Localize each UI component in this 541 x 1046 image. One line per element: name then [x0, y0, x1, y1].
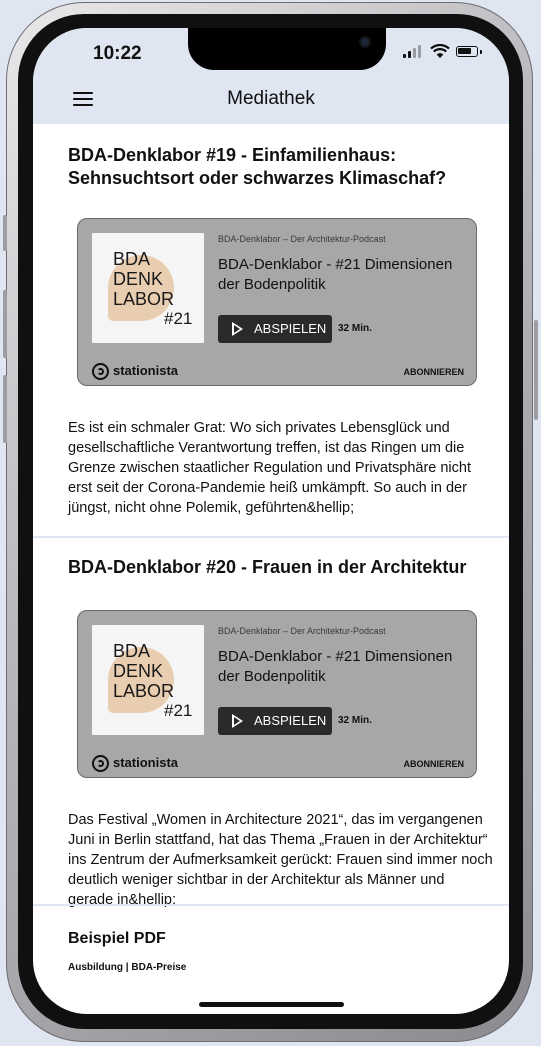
cover-line: BDA [113, 249, 151, 269]
play-button[interactable]: ABSPIELEN [218, 707, 332, 735]
cover-line: LABOR [113, 289, 175, 309]
brand-name: stationista [113, 363, 179, 378]
status-time: 10:22 [93, 43, 142, 64]
episode-title[interactable]: BDA-Denklabor - #21 Dimensionen der Bode… [218, 255, 468, 295]
status-icons [403, 44, 493, 62]
cover-line: BDA [113, 641, 151, 661]
subscribe-link[interactable]: ABONNIEREN [403, 367, 464, 377]
media-list[interactable]: BDA-Denklabor #19 - Einfamilienhaus: Seh… [33, 124, 509, 1014]
podcast-player[interactable]: BDA DENK LABOR #21 BDA-Denklabor – Der A… [77, 610, 477, 778]
volume-down-button [3, 375, 7, 443]
episode-duration: 32 Min. [338, 715, 372, 726]
play-button-label: ABSPIELEN [254, 713, 327, 728]
episode-duration: 32 Min. [338, 323, 372, 334]
top-bar: 10:22 Mediathek [33, 28, 509, 124]
cellular-signal-icon [403, 44, 423, 58]
podcast-subtitle: BDA-Denklabor – Der Architektur-Podcast [218, 626, 386, 636]
cover-line: LABOR [113, 681, 175, 701]
mute-switch [3, 215, 7, 251]
list-item[interactable]: BDA-Denklabor #20 - Frauen in der Archit… [33, 538, 509, 908]
article-excerpt: Das Festival „Women in Architecture 2021… [68, 812, 493, 908]
article-title[interactable]: BDA-Denklabor #19 - Einfamilienhaus: Seh… [68, 144, 488, 190]
page-title: Mediathek [227, 88, 315, 109]
list-item[interactable]: Beispiel PDF Ausbildung | BDA-Preise [33, 906, 509, 996]
battery-level [458, 48, 471, 54]
brand-name: stationista [113, 755, 179, 770]
play-button-label: ABSPIELEN [254, 321, 327, 336]
list-item[interactable]: BDA-Denklabor #19 - Einfamilienhaus: Seh… [33, 124, 509, 538]
stationista-logo-icon [92, 363, 109, 380]
power-button [534, 320, 538, 420]
battery-icon [456, 46, 478, 57]
play-icon [232, 322, 243, 336]
article-title[interactable]: BDA-Denklabor #20 - Frauen in der Archit… [68, 556, 488, 579]
podcast-player[interactable]: BDA DENK LABOR #21 BDA-Denklabor – Der A… [77, 218, 477, 386]
play-icon [232, 714, 243, 728]
home-indicator[interactable] [199, 1002, 344, 1007]
podcast-subtitle: BDA-Denklabor – Der Architektur-Podcast [218, 234, 386, 244]
pdf-categories: Ausbildung | BDA-Preise [68, 962, 187, 973]
episode-title[interactable]: BDA-Denklabor - #21 Dimensionen der Bode… [218, 647, 468, 687]
cover-line: DENK [113, 269, 164, 289]
subscribe-link[interactable]: ABONNIEREN [403, 759, 464, 769]
article-excerpt: Es ist ein schmaler Grat: Wo sich privat… [68, 420, 471, 516]
camera-icon [361, 38, 369, 46]
cover-number: #21 [164, 309, 193, 328]
podcast-cover: BDA DENK LABOR #21 [92, 233, 204, 343]
volume-up-button [3, 290, 7, 358]
play-button[interactable]: ABSPIELEN [218, 315, 332, 343]
stationista-logo-icon [92, 755, 109, 772]
cover-number: #21 [164, 701, 193, 720]
battery-tip [480, 50, 482, 54]
notch [188, 28, 386, 70]
pdf-title[interactable]: Beispiel PDF [68, 930, 166, 948]
cover-line: DENK [113, 661, 164, 681]
podcast-cover: BDA DENK LABOR #21 [92, 625, 204, 735]
phone-screen: 10:22 Mediathek BDA-Denklabor #19 - Einf… [33, 28, 509, 1014]
wifi-icon [430, 44, 450, 58]
